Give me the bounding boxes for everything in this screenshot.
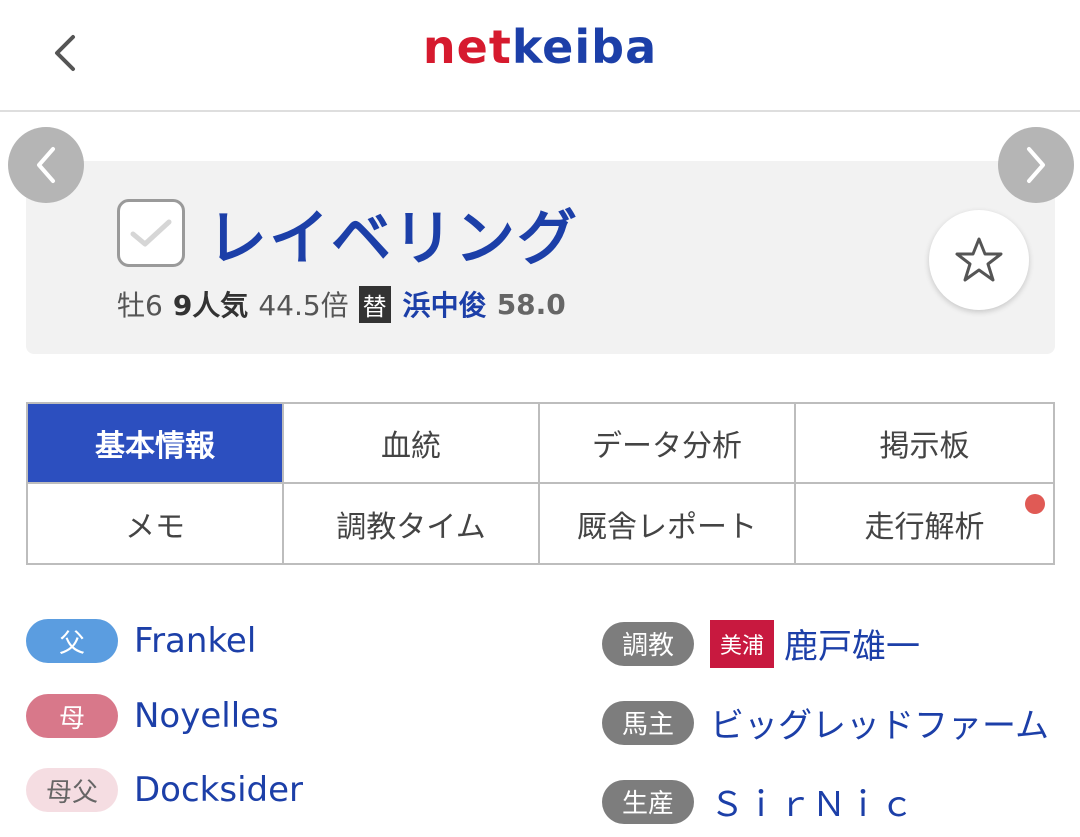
netkeiba-logo[interactable]: netkeiba [0, 20, 1080, 74]
tab-run-analysis[interactable]: 走行解析 [796, 484, 1053, 563]
sire-name[interactable]: Frankel [134, 621, 256, 661]
chevron-right-icon [1027, 147, 1045, 183]
select-checkbox[interactable] [117, 199, 185, 267]
breeder-name[interactable]: ＳｉｒＮｉｃ [710, 777, 914, 826]
next-horse-button[interactable] [998, 127, 1074, 203]
owner-label: 馬主 [602, 700, 694, 745]
logo-net: net [422, 20, 512, 74]
region-badge: 美浦 [710, 619, 775, 668]
horse-tabs: 基本情報 血統 データ分析 掲示板 メモ 調教タイム 厩舎レポート 走行解析 [26, 402, 1055, 565]
prev-horse-button[interactable] [8, 127, 84, 203]
tab-pedigree[interactable]: 血統 [284, 404, 540, 484]
dam-name[interactable]: Noyelles [134, 696, 279, 736]
favorite-button[interactable] [929, 210, 1029, 310]
app-header: netkeiba [0, 0, 1080, 112]
trainer-name[interactable]: 鹿戸雄一 [784, 619, 920, 668]
tab-bulletin-board[interactable]: 掲示板 [796, 404, 1053, 484]
check-icon [130, 219, 172, 247]
jockey-name[interactable]: 浜中俊 [403, 284, 487, 324]
damsire-name[interactable]: Docksider [134, 770, 303, 810]
sex-age: 牡6 [117, 289, 163, 322]
tab-stable-report[interactable]: 厩舎レポート [540, 484, 796, 563]
damsire-label: 母父 [26, 768, 118, 812]
popularity: 9人気 [172, 289, 249, 322]
star-icon [955, 237, 1003, 282]
damsire-row: 母父 Docksider [26, 768, 303, 812]
dam-row: 母 Noyelles [26, 694, 279, 738]
chevron-left-icon [37, 147, 55, 183]
tab-basic-info[interactable]: 基本情報 [28, 404, 284, 484]
new-indicator-dot [1025, 494, 1045, 514]
tab-run-analysis-label: 走行解析 [864, 509, 985, 545]
breeder-row: 生産 ＳｉｒＮｉｃ [602, 777, 914, 826]
carried-weight: 58.0 [496, 287, 566, 321]
horse-name[interactable]: レイベリング [207, 190, 579, 277]
trainer-label: 調教 [602, 621, 694, 666]
sire-label: 父 [26, 619, 118, 663]
odds: 44.5倍 [258, 289, 349, 322]
breeder-label: 生産 [602, 779, 694, 824]
horse-info: 牡6 9人気 44.5倍 替 浜中俊 58.0 [117, 284, 576, 324]
sire-row: 父 Frankel [26, 619, 256, 663]
tab-data-analysis[interactable]: データ分析 [540, 404, 796, 484]
tab-training-time[interactable]: 調教タイム [284, 484, 540, 563]
owner-name[interactable]: ビッグレッドファーム [710, 698, 1049, 747]
trainer-row: 調教 美浦 鹿戸雄一 [602, 619, 920, 668]
owner-row: 馬主 ビッグレッドファーム [602, 698, 1080, 747]
jockey-change-badge: 替 [358, 285, 391, 323]
dam-label: 母 [26, 694, 118, 738]
tab-memo[interactable]: メモ [28, 484, 284, 563]
logo-keiba: keiba [511, 20, 658, 74]
